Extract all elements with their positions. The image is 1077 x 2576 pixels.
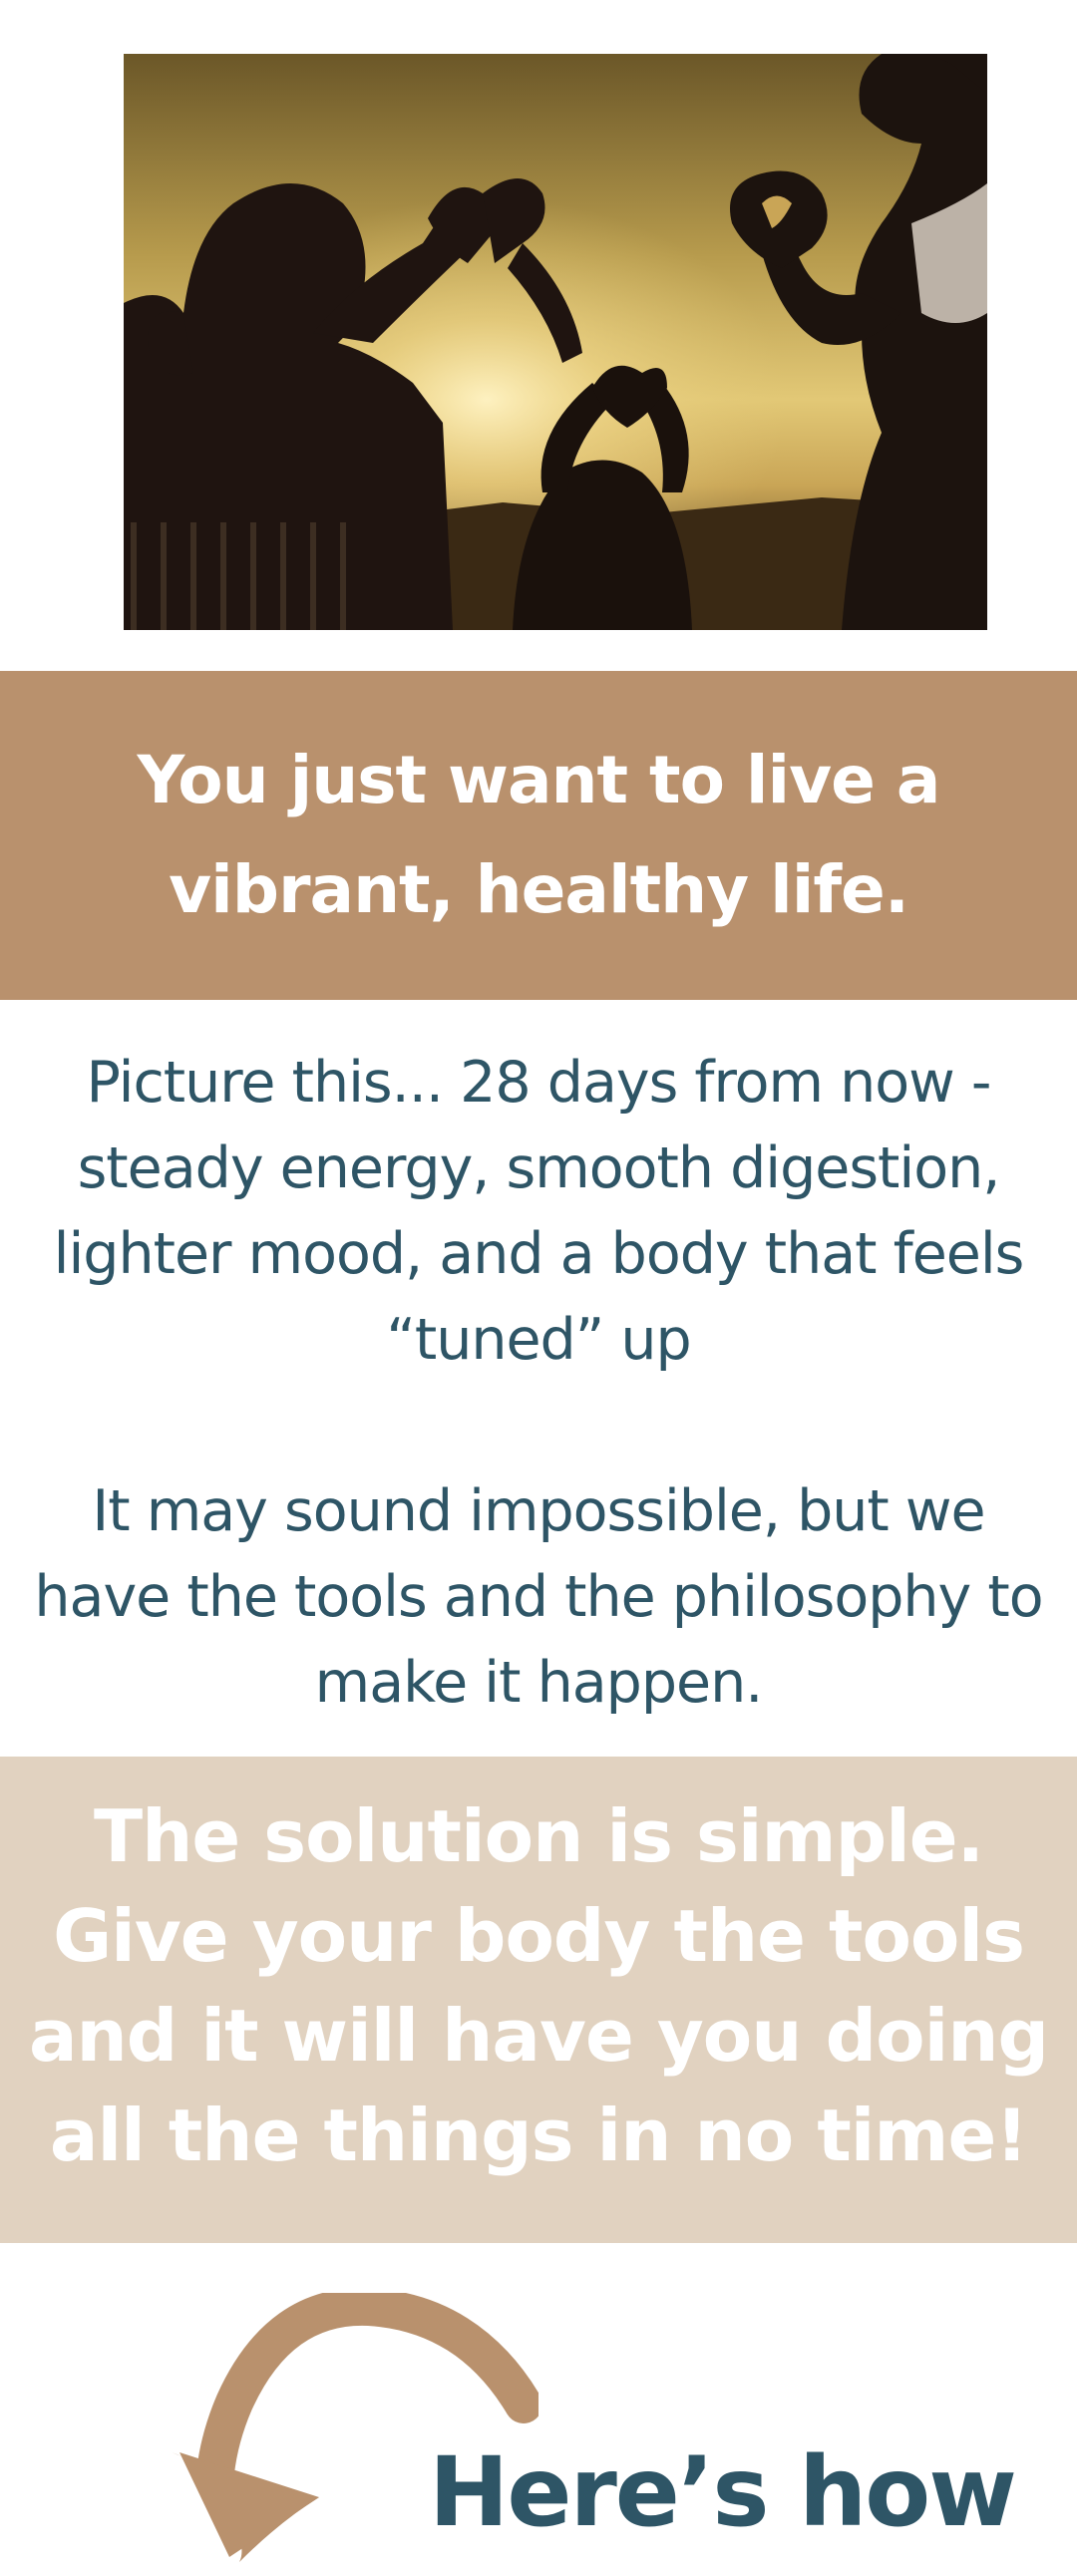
family-heart-hands-image: [124, 54, 987, 630]
body-paragraph-2: It may sound impossible, but we have the…: [34, 1478, 1043, 1716]
headline: You just want to live a vibrant, healthy…: [137, 742, 941, 928]
body-paragraph-1: Picture this... 28 days from now - stead…: [53, 1050, 1025, 1373]
headline-band: You just want to live a vibrant, healthy…: [0, 671, 1077, 1000]
solution-band: The solution is simple. Give your body t…: [0, 1757, 1077, 2243]
heres-how-link[interactable]: Here’s how: [429, 2432, 1017, 2552]
hero-photo: [124, 54, 987, 630]
body-copy: Picture this... 28 days from now - stead…: [20, 1040, 1057, 1726]
solution-text: The solution is simple. Give your body t…: [28, 1794, 1049, 2177]
